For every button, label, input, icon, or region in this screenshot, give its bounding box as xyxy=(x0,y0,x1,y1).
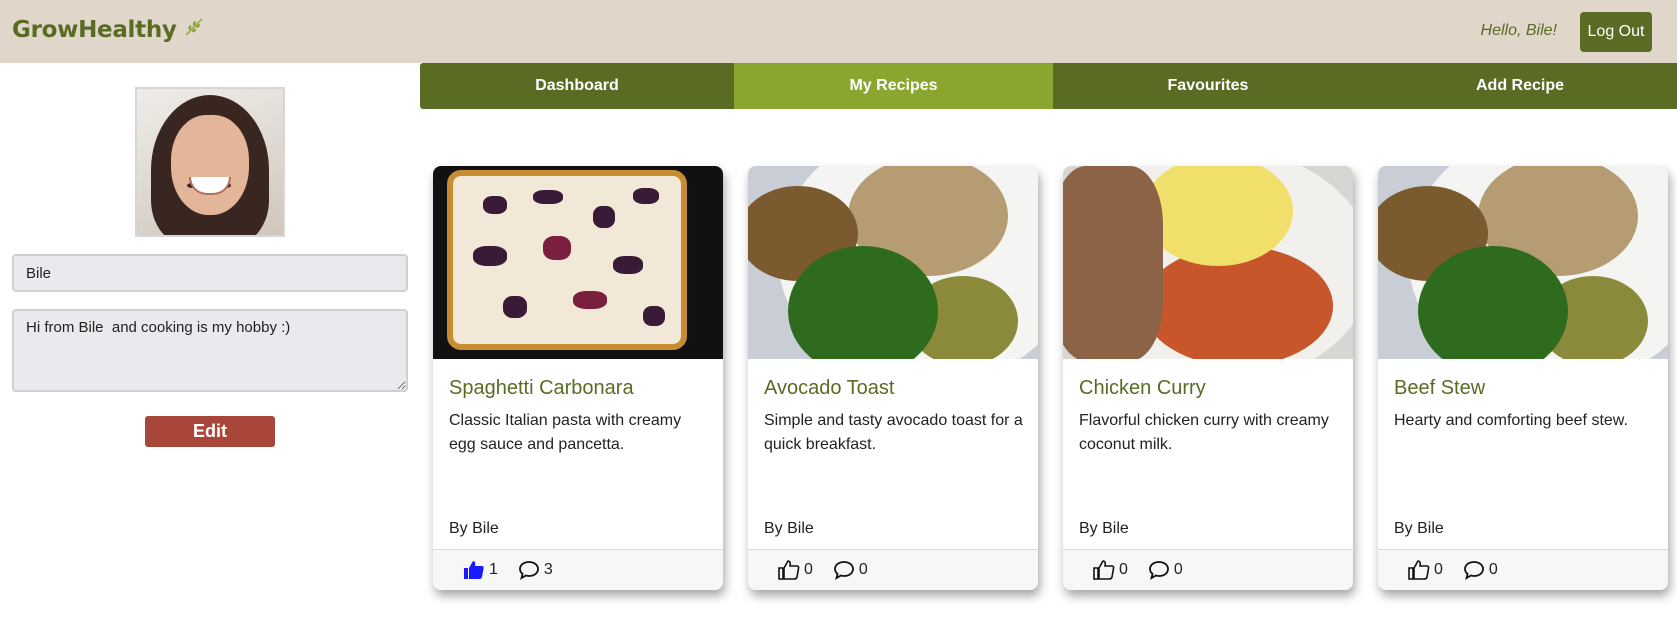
comment-icon xyxy=(1148,560,1170,580)
logout-button[interactable]: Log Out xyxy=(1580,12,1652,52)
recipe-author: By Bile xyxy=(1394,520,1444,537)
profile-avatar xyxy=(135,87,285,237)
avatar-face xyxy=(171,115,249,215)
thumbs-up-icon xyxy=(1093,560,1115,580)
comment-icon xyxy=(833,560,855,580)
recipe-card[interactable]: Chicken Curry Flavorful chicken curry wi… xyxy=(1063,166,1353,590)
tab-dashboard[interactable]: Dashboard xyxy=(420,63,734,109)
comment-button[interactable]: 0 xyxy=(1463,560,1498,580)
edit-profile-button[interactable]: Edit xyxy=(145,416,275,447)
recipe-card-footer: 0 0 xyxy=(1063,549,1353,590)
recipe-title[interactable]: Avocado Toast xyxy=(764,377,894,400)
recipe-card[interactable]: Spaghetti Carbonara Classic Italian past… xyxy=(433,166,723,590)
comment-button[interactable]: 0 xyxy=(833,560,868,580)
recipe-card[interactable]: Beef Stew Hearty and comforting beef ste… xyxy=(1378,166,1668,590)
comment-icon xyxy=(518,560,540,580)
recipe-description: Flavorful chicken curry with creamy coco… xyxy=(1079,412,1329,453)
recipe-description: Classic Italian pasta with creamy egg sa… xyxy=(449,412,682,453)
tab-favourites[interactable]: Favourites xyxy=(1053,63,1363,109)
brand-logo[interactable]: GrowHealthy xyxy=(12,16,205,43)
like-button[interactable]: 0 xyxy=(1093,560,1128,580)
profile-name-input[interactable] xyxy=(12,254,408,292)
like-button[interactable]: 0 xyxy=(778,560,813,580)
comment-button[interactable]: 0 xyxy=(1148,560,1183,580)
recipe-title[interactable]: Spaghetti Carbonara xyxy=(449,377,634,400)
comment-count: 0 xyxy=(1173,561,1183,578)
recipe-card-footer: 0 0 xyxy=(748,549,1038,590)
recipe-description: Simple and tasty avocado toast for a qui… xyxy=(764,412,1023,453)
recipe-author: By Bile xyxy=(764,520,814,537)
like-count: 0 xyxy=(804,561,813,578)
brand-name: GrowHealthy xyxy=(12,16,177,43)
like-count: 1 xyxy=(489,561,498,578)
recipe-title[interactable]: Beef Stew xyxy=(1394,377,1485,400)
recipe-description: Hearty and comforting beef stew. xyxy=(1394,412,1628,429)
thumbs-up-icon xyxy=(778,560,800,580)
like-button[interactable]: 0 xyxy=(1408,560,1443,580)
recipe-card[interactable]: Avocado Toast Simple and tasty avocado t… xyxy=(748,166,1038,590)
comment-count: 0 xyxy=(858,561,868,578)
main-nav-tabs: Dashboard My Recipes Favourites Add Reci… xyxy=(420,63,1677,109)
recipe-card-footer: 0 0 xyxy=(1378,549,1668,590)
tab-my-recipes[interactable]: My Recipes xyxy=(734,63,1053,109)
recipe-card-footer: 1 3 xyxy=(433,549,723,590)
greeting-text: Hello, Bile! xyxy=(1480,22,1557,39)
recipe-image[interactable] xyxy=(1063,166,1353,359)
comment-count: 0 xyxy=(1488,561,1498,578)
recipe-author: By Bile xyxy=(449,520,499,537)
comment-button[interactable]: 3 xyxy=(518,560,553,580)
thumbs-up-icon xyxy=(1408,560,1430,580)
recipe-title[interactable]: Chicken Curry xyxy=(1079,377,1206,400)
profile-bio-input[interactable]: Hi from Bile and cooking is my hobby :) xyxy=(12,309,408,392)
recipe-image[interactable] xyxy=(433,166,723,359)
tab-add-recipe[interactable]: Add Recipe xyxy=(1363,63,1677,109)
like-count: 0 xyxy=(1119,561,1128,578)
thumbs-up-filled-icon xyxy=(463,560,485,580)
leaf-icon xyxy=(183,16,205,43)
top-bar: GrowHealthy Hello, Bile! Log Out xyxy=(0,0,1677,63)
recipe-image[interactable] xyxy=(1378,166,1668,359)
comment-icon xyxy=(1463,560,1485,580)
comment-count: 3 xyxy=(543,561,553,578)
like-count: 0 xyxy=(1434,561,1443,578)
recipe-image[interactable] xyxy=(748,166,1038,359)
recipe-author: By Bile xyxy=(1079,520,1129,537)
like-button[interactable]: 1 xyxy=(463,560,498,580)
